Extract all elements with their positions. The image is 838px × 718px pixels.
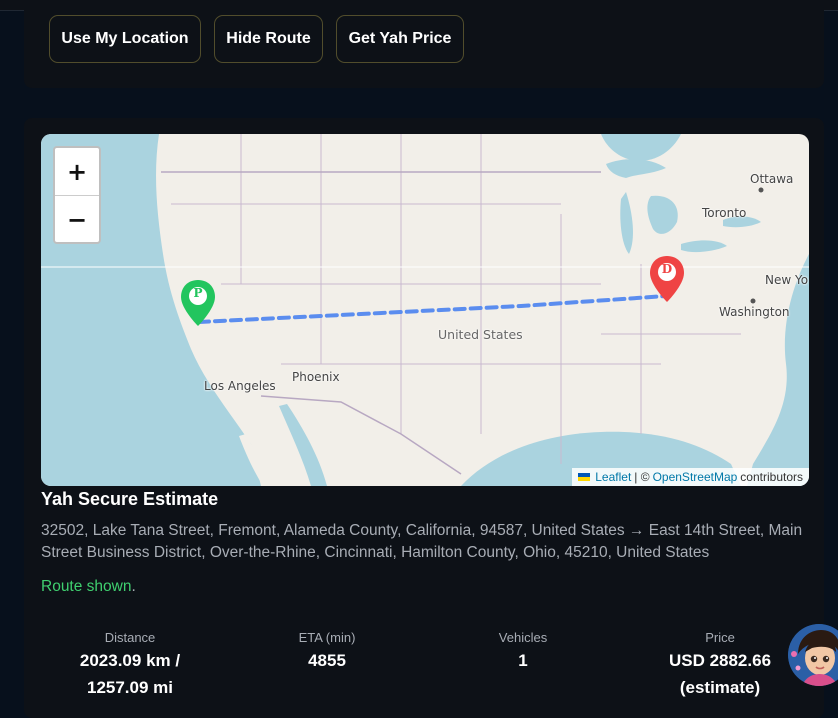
map-label-toronto: Toronto xyxy=(702,206,747,220)
map-label-phoenix: Phoenix xyxy=(292,370,340,384)
stat-distance: Distance 2023.09 km / 1257.09 mi xyxy=(40,630,220,701)
pickup-marker-letter: P xyxy=(193,286,203,300)
attribution-separator: | © xyxy=(634,470,650,484)
route-status-period: . xyxy=(131,578,136,595)
stat-vehicles-value: 1 xyxy=(518,651,528,670)
hide-route-button[interactable]: Hide Route xyxy=(214,15,323,63)
stat-price: Price USD 2882.66 (estimate) xyxy=(630,630,810,701)
zoom-control: + − xyxy=(53,146,101,244)
ukraine-flag-icon xyxy=(578,473,591,481)
pickup-marker[interactable]: P xyxy=(179,278,217,328)
stat-price-label: Price xyxy=(705,630,735,645)
dropoff-marker-letter: D xyxy=(661,262,673,276)
attribution-contributors: contributors xyxy=(740,470,803,484)
distance-mi: 1257.09 mi xyxy=(86,678,173,697)
stat-vehicles-label: Vehicles xyxy=(498,630,548,645)
route-line xyxy=(197,294,668,324)
route-status-text: Route shown xyxy=(41,578,132,595)
stat-distance-value: 2023.09 km / 1257.09 mi xyxy=(40,647,220,701)
route-status: Route shown. xyxy=(41,578,136,596)
stat-price-value: USD 2882.66 (estimate) xyxy=(630,647,810,701)
use-my-location-button[interactable]: Use My Location xyxy=(49,15,201,63)
map-label-united-states: United States xyxy=(438,327,523,342)
get-yah-price-button[interactable]: Get Yah Price xyxy=(336,15,464,63)
stat-vehicles: Vehicles 1 xyxy=(433,630,613,674)
map-label-new-york: New Yo xyxy=(765,273,809,287)
openstreetmap-link[interactable]: OpenStreetMap xyxy=(653,470,738,484)
map-label-ottawa: Ottawa xyxy=(750,172,794,186)
dropoff-marker[interactable]: D xyxy=(648,254,686,304)
stat-distance-label: Distance xyxy=(104,630,156,645)
price-amount: USD 2882.66 xyxy=(668,651,772,670)
stat-eta-label: ETA (min) xyxy=(298,630,356,645)
route-map[interactable]: Ottawa Toronto New Yo Washington United … xyxy=(41,134,809,486)
zoom-out-button[interactable]: − xyxy=(55,196,99,243)
distance-km: 2023.09 km / xyxy=(79,651,181,670)
stat-eta: ETA (min) 4855 xyxy=(237,630,417,674)
map-label-los-angeles: Los Angeles xyxy=(204,379,276,393)
map-attribution: Leaflet | © OpenStreetMap contributors xyxy=(572,468,809,486)
leaflet-link[interactable]: Leaflet xyxy=(595,470,631,484)
map-tiles xyxy=(41,134,809,486)
zoom-in-button[interactable]: + xyxy=(55,148,99,196)
map-label-washington: Washington xyxy=(719,305,790,319)
stat-eta-value: 4855 xyxy=(308,651,346,670)
route-description: 32502, Lake Tana Street, Fremont, Alamed… xyxy=(41,522,803,561)
price-note: (estimate) xyxy=(679,678,761,697)
estimate-title: Yah Secure Estimate xyxy=(41,489,219,509)
